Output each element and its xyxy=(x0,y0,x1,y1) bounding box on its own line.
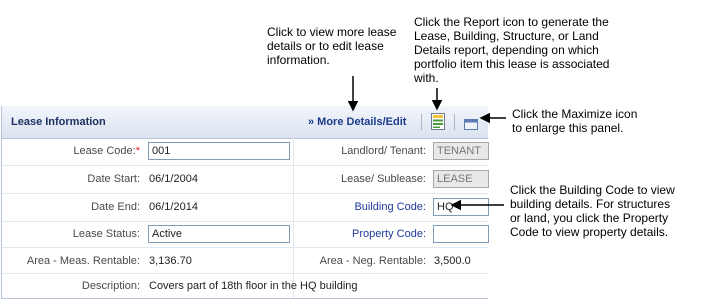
callout-arrows xyxy=(347,76,506,211)
